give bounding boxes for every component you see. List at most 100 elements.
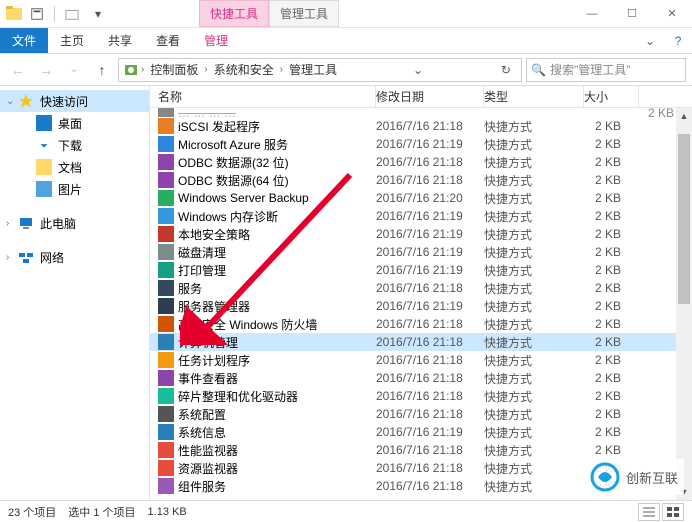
file-row[interactable]: 高级安全 Windows 防火墙2016/7/16 21:18快捷方式2 KB (150, 315, 692, 333)
nav-forward-button[interactable]: → (34, 58, 58, 82)
watermark-text: 创新互联 (626, 468, 678, 487)
contextual-tab-shortcut-tools[interactable]: 快捷工具 (199, 0, 269, 27)
file-size: 2 KB (584, 443, 639, 457)
file-row[interactable]: 服务器管理器2016/7/16 21:19快捷方式2 KB (150, 297, 692, 315)
ribbon-tab-share[interactable]: 共享 (96, 27, 144, 54)
refresh-button[interactable]: ↻ (495, 63, 517, 77)
file-row[interactable]: 系统配置2016/7/16 21:18快捷方式2 KB (150, 405, 692, 423)
file-date: 2016/7/16 21:19 (376, 209, 484, 223)
file-name: 磁盘清理 (178, 244, 226, 261)
ribbon-expand-button[interactable]: ⌄ (636, 34, 664, 48)
file-row[interactable]: 本地安全策略2016/7/16 21:19快捷方式2 KB (150, 225, 692, 243)
ribbon-tab-home[interactable]: 主页 (48, 27, 96, 54)
chevron-right-icon[interactable]: › (141, 64, 144, 75)
nav-documents[interactable]: 文档 (0, 156, 149, 178)
ribbon-help-button[interactable]: ? (664, 34, 692, 48)
address-dropdown-button[interactable]: ⌄ (407, 63, 429, 77)
ribbon-tab-view[interactable]: 查看 (144, 27, 192, 54)
file-name: ODBC 数据源(32 位) (178, 154, 289, 171)
file-size: 2 KB (584, 119, 639, 133)
view-details-button[interactable] (638, 503, 660, 521)
file-row[interactable]: Microsoft Azure 服务2016/7/16 21:19快捷方式2 K… (150, 135, 692, 153)
breadcrumb[interactable]: › 控制面板 › 系统和安全 › 管理工具 ⌄ ↻ (118, 58, 522, 82)
chevron-right-icon[interactable]: › (6, 252, 9, 263)
file-list[interactable]: … … … … 2 KB iSCSI 发起程序2016/7/16 21:18快捷… (150, 108, 692, 500)
file-name: Microsoft Azure 服务 (178, 136, 288, 153)
scrollbar[interactable]: ▲ ▼ (676, 108, 692, 500)
column-type[interactable]: 类型 (484, 86, 584, 107)
file-date: 2016/7/16 21:18 (376, 119, 484, 133)
chevron-right-icon[interactable]: › (6, 218, 9, 229)
file-icon (158, 244, 174, 260)
nav-up-button[interactable]: ↑ (90, 58, 114, 82)
file-date: 2016/7/16 21:18 (376, 407, 484, 421)
file-row[interactable]: 性能监视器2016/7/16 21:18快捷方式2 KB (150, 441, 692, 459)
file-name: 打印管理 (178, 262, 226, 279)
file-row[interactable]: ODBC 数据源(32 位)2016/7/16 21:18快捷方式2 KB (150, 153, 692, 171)
file-size: 2 KB (584, 353, 639, 367)
ribbon-file-tab[interactable]: 文件 (0, 28, 48, 53)
file-date: 2016/7/16 21:18 (376, 281, 484, 295)
nav-this-pc[interactable]: › 此电脑 (0, 212, 149, 234)
file-type: 快捷方式 (484, 208, 584, 225)
file-row[interactable]: 计算机管理2016/7/16 21:18快捷方式2 KB (150, 333, 692, 351)
nav-desktop[interactable]: 桌面 (0, 112, 149, 134)
address-bar-row: ← → ⌄ ↑ › 控制面板 › 系统和安全 › 管理工具 ⌄ ↻ 🔍 搜索"管… (0, 54, 692, 86)
file-type: 快捷方式 (484, 370, 584, 387)
nav-recent-dropdown[interactable]: ⌄ (62, 58, 86, 82)
chevron-down-icon[interactable]: ⌄ (6, 96, 14, 107)
file-row[interactable]: ODBC 数据源(64 位)2016/7/16 21:18快捷方式2 KB (150, 171, 692, 189)
breadcrumb-seg[interactable]: 系统和安全 (210, 61, 278, 78)
file-icon (158, 388, 174, 404)
scroll-thumb[interactable] (678, 134, 690, 304)
scroll-up-button[interactable]: ▲ (676, 108, 692, 124)
maximize-button[interactable]: ☐ (612, 0, 652, 27)
close-button[interactable]: ✕ (652, 0, 692, 27)
file-size: 2 KB (584, 173, 639, 187)
nav-downloads[interactable]: 下载 (0, 134, 149, 156)
breadcrumb-seg[interactable]: 管理工具 (285, 61, 341, 78)
file-name: 资源监视器 (178, 460, 238, 477)
file-type: 快捷方式 (484, 244, 584, 261)
file-icon (158, 172, 174, 188)
file-row[interactable]: 磁盘清理2016/7/16 21:19快捷方式2 KB (150, 243, 692, 261)
file-row[interactable]: Windows Server Backup2016/7/16 21:20快捷方式… (150, 189, 692, 207)
file-icon (158, 478, 174, 494)
nav-quick-access[interactable]: ⌄ 快速访问 (0, 90, 149, 112)
column-date[interactable]: 修改日期 (376, 86, 484, 107)
minimize-button[interactable]: — (572, 0, 612, 27)
file-date: 2016/7/16 21:19 (376, 245, 484, 259)
file-row[interactable]: 碎片整理和优化驱动器2016/7/16 21:18快捷方式2 KB (150, 387, 692, 405)
contextual-tab-admin-tools[interactable]: 管理工具 (269, 0, 339, 27)
view-icons-button[interactable] (662, 503, 684, 521)
scroll-track[interactable] (676, 124, 692, 484)
nav-pictures[interactable]: 图片 (0, 178, 149, 200)
file-size: 2 KB (584, 155, 639, 169)
qat-new-folder-button[interactable] (61, 3, 83, 25)
column-name[interactable]: 名称 (150, 86, 376, 107)
file-date: 2016/7/16 21:18 (376, 353, 484, 367)
breadcrumb-icon (123, 62, 139, 78)
column-size[interactable]: 大小 (584, 86, 639, 107)
chevron-right-icon[interactable]: › (204, 64, 207, 75)
file-row[interactable]: 系统信息2016/7/16 21:19快捷方式2 KB (150, 423, 692, 441)
file-row[interactable]: Windows 内存诊断2016/7/16 21:19快捷方式2 KB (150, 207, 692, 225)
file-type: 快捷方式 (484, 424, 584, 441)
file-row[interactable]: 服务2016/7/16 21:18快捷方式2 KB (150, 279, 692, 297)
nav-back-button[interactable]: ← (6, 58, 30, 82)
qat-dropdown-button[interactable]: ▾ (87, 3, 109, 25)
file-type: 快捷方式 (484, 190, 584, 207)
breadcrumb-seg[interactable]: 控制面板 (146, 61, 202, 78)
file-row[interactable]: … … … … 2 KB (150, 108, 692, 117)
file-row[interactable]: 任务计划程序2016/7/16 21:18快捷方式2 KB (150, 351, 692, 369)
chevron-right-icon[interactable]: › (280, 64, 283, 75)
ribbon-tab-manage[interactable]: 管理 (192, 27, 240, 54)
file-row[interactable]: 事件查看器2016/7/16 21:18快捷方式2 KB (150, 369, 692, 387)
search-placeholder: 搜索"管理工具" (550, 61, 631, 78)
file-row[interactable]: iSCSI 发起程序2016/7/16 21:18快捷方式2 KB (150, 117, 692, 135)
file-row[interactable]: 打印管理2016/7/16 21:19快捷方式2 KB (150, 261, 692, 279)
nav-network[interactable]: › 网络 (0, 246, 149, 268)
qat-properties-button[interactable] (26, 3, 48, 25)
file-icon (158, 334, 174, 350)
search-input[interactable]: 🔍 搜索"管理工具" (526, 58, 686, 82)
